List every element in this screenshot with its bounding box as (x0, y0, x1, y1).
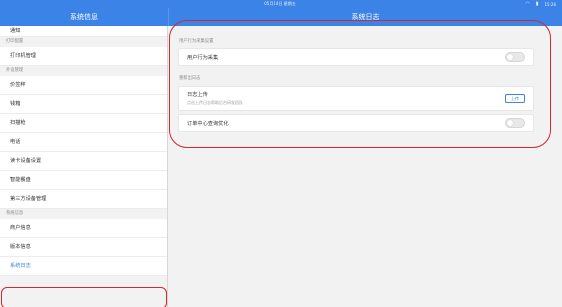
wifi-icon: ◠ (525, 1, 530, 7)
sidebar-item[interactable]: 打印机管理 (0, 47, 167, 66)
sidebar-item[interactable]: 扫描枪 (0, 114, 167, 133)
status-icons: ◠ ▮ 15:26 (525, 0, 556, 8)
status-bar: 05月14日 星期五 ◠ ▮ 15:26 (0, 0, 562, 8)
left-header: 系统信息 (0, 8, 168, 26)
sidebar-item[interactable]: 版本信息 (0, 238, 167, 257)
sidebar-section-header: 外设管理 (0, 66, 167, 76)
sidebar-item[interactable]: 价签秤 (0, 76, 167, 95)
sidebar-item[interactable]: 电话 (0, 133, 167, 152)
sidebar-section-header: 系统信息 (0, 209, 167, 219)
sidebar-item[interactable]: 通知 (0, 26, 167, 37)
battery-icon: ▮ (535, 1, 539, 7)
settings-highlight (169, 20, 551, 148)
sidebar-item[interactable]: 系统日志 (0, 257, 167, 276)
status-clock: 15:26 (544, 1, 556, 7)
sidebar-section-header: 打印配置 (0, 37, 167, 47)
status-date: 05月14日 星期五 (264, 1, 296, 6)
sidebar: 通知 打印配置 打印机管理 外设管理 价签秤 钱箱 扫描枪 电话 读卡设备设置 智能餐盘 第三方设备… (0, 26, 168, 307)
left-header-title: 系统信息 (70, 13, 98, 21)
sidebar-item[interactable]: 读卡设备设置 (0, 152, 167, 171)
sidebar-item[interactable]: 商户信息 (0, 219, 167, 238)
sidebar-item[interactable]: 智能餐盘 (0, 171, 167, 190)
sidebar-item[interactable]: 钱箱 (0, 95, 167, 114)
active-item-highlight (1, 287, 167, 307)
sidebar-item[interactable]: 第三方设备管理 (0, 190, 167, 209)
